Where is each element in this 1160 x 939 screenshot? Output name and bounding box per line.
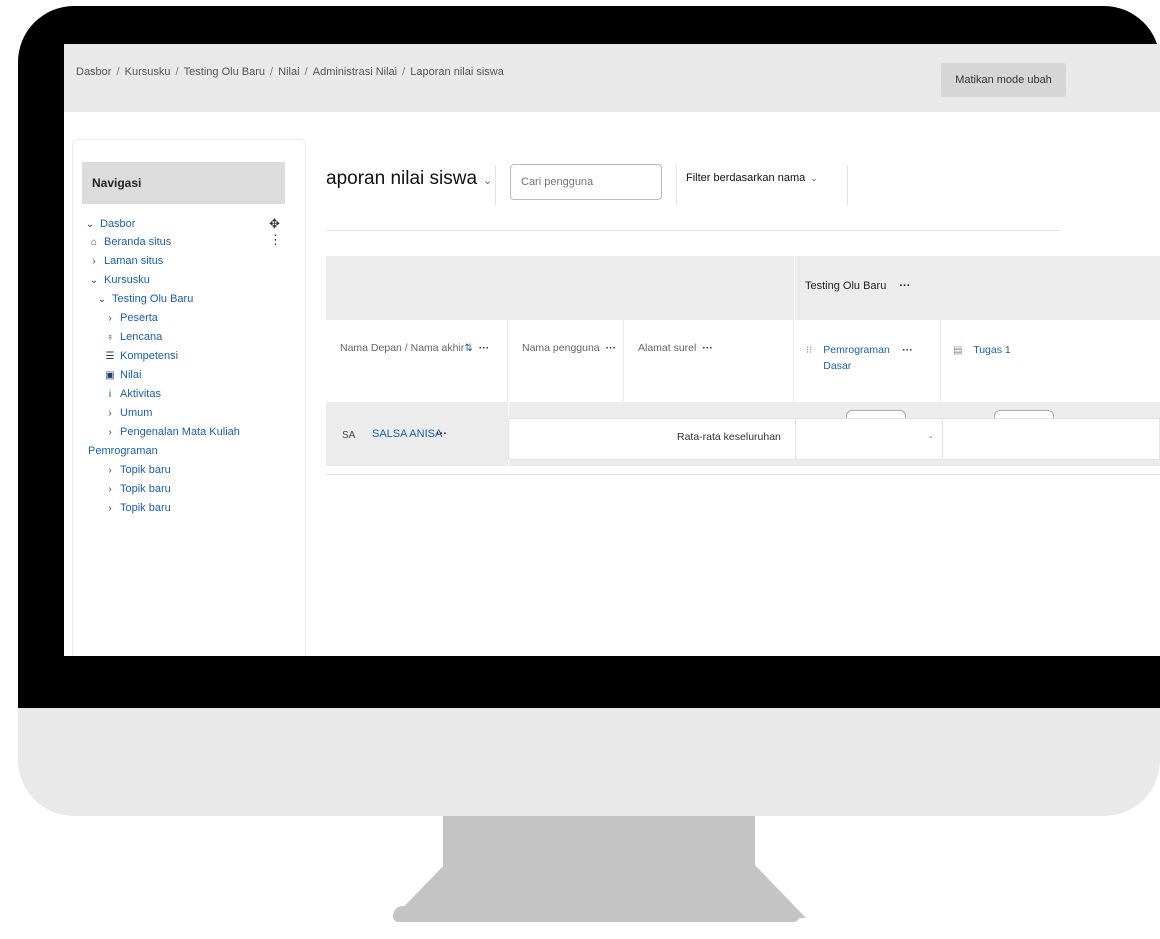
column-header-assignment-1[interactable]: ⁝⁝ Pemrograman Dasar ···: [794, 320, 941, 402]
monitor-chin: [18, 708, 1160, 816]
avatar: SA: [342, 430, 356, 441]
column-header-email[interactable]: Alamat surel ···: [624, 320, 794, 402]
chevron-right-icon: ›: [108, 502, 112, 514]
header-bar: Dasbor / Kursusku / Testing Olu Baru / N…: [64, 44, 1160, 112]
divider: [676, 165, 677, 205]
column-header-row: Nama Depan / Nama akhir⇅ ··· Nama penggun…: [326, 320, 1160, 403]
edit-mode-button[interactable]: Matikan mode ubah: [941, 63, 1066, 97]
overall-average-row: Rata-rata keseluruhan -: [508, 418, 1160, 460]
chevron-down-icon: ⌄: [810, 173, 818, 183]
more-icon[interactable]: ···: [899, 280, 910, 292]
nav-item-nilai[interactable]: ▣ Nilai: [104, 369, 141, 381]
chevron-down-icon: ⌄: [89, 274, 99, 286]
filter-by-name-dropdown[interactable]: Filter berdasarkan nama ⌄: [686, 172, 818, 184]
chevron-down-icon: ⌄: [483, 175, 493, 187]
navigation-title: Navigasi: [82, 162, 285, 204]
breadcrumb-item-kursusku[interactable]: Kursusku: [125, 66, 171, 78]
sort-icon[interactable]: ⇅: [464, 343, 472, 354]
breadcrumb-item-admin-nilai[interactable]: Administrasi Nilai: [313, 66, 397, 78]
chevron-down-icon: ⌄: [85, 218, 95, 230]
overall-average-value: -: [929, 431, 933, 443]
chevron-right-icon: ›: [108, 407, 112, 419]
student-row: SA SALSA ANISA ··· Rata-rata keseluruhan…: [326, 402, 1160, 466]
breadcrumb: Dasbor / Kursusku / Testing Olu Baru / N…: [76, 66, 504, 78]
quiz-icon: ⁝⁝: [806, 345, 813, 356]
monitor-stand-base: [393, 906, 799, 922]
overall-average-label: Rata-rata keseluruhan: [677, 431, 781, 443]
chevron-right-icon: ›: [108, 312, 112, 324]
breadcrumb-item-dasbor[interactable]: Dasbor: [76, 66, 111, 78]
course-name: Testing Olu Baru ···: [805, 280, 911, 292]
nav-item-topik-baru-3[interactable]: › Topik baru: [104, 502, 170, 514]
grades-icon: ▣: [105, 369, 115, 381]
chevron-right-icon: ›: [108, 426, 112, 438]
divider: [847, 165, 848, 205]
column-header-name[interactable]: Nama Depan / Nama akhir⇅ ···: [326, 320, 508, 402]
badge-icon: ♁: [106, 331, 114, 343]
nav-item-topik-baru-1[interactable]: › Topik baru: [104, 464, 170, 476]
page-title[interactable]: aporan nilai siswa ⌄: [326, 168, 492, 190]
monitor-stand: [443, 816, 755, 916]
move-icon[interactable]: ✥ ⋮: [269, 216, 294, 248]
column-header-assignment-2[interactable]: ▤ Tugas 1: [941, 320, 1160, 402]
more-icon[interactable]: ···: [436, 428, 447, 440]
competency-icon: ☰: [105, 350, 115, 362]
nav-item-kompetensi[interactable]: ☰ Kompetensi: [104, 350, 179, 362]
student-cell: SA SALSA ANISA ···: [326, 402, 509, 466]
screen: Dasbor / Kursusku / Testing Olu Baru / N…: [64, 44, 1160, 656]
chevron-right-icon: ›: [108, 464, 112, 476]
divider: [495, 165, 496, 205]
search-user-input[interactable]: [510, 164, 662, 200]
nav-item-kursusku[interactable]: ⌄ Kursusku: [88, 274, 150, 286]
breadcrumb-item-current: Laporan nilai siswa: [410, 66, 504, 78]
nav-item-aktivitas[interactable]: i Aktivitas: [104, 388, 161, 400]
chevron-down-icon: ⌄: [97, 293, 107, 305]
breadcrumb-item-course[interactable]: Testing Olu Baru: [184, 66, 265, 78]
home-icon: ⌂: [90, 236, 98, 248]
more-icon[interactable]: ···: [902, 344, 913, 356]
student-name[interactable]: SALSA ANISA: [372, 428, 442, 440]
chevron-right-icon: ›: [92, 255, 96, 267]
nav-item-pengenalan-cont[interactable]: Pemrograman: [88, 445, 158, 457]
more-icon[interactable]: ···: [702, 342, 713, 354]
breadcrumb-item-nilai[interactable]: Nilai: [278, 66, 299, 78]
nav-item-course[interactable]: ⌄ Testing Olu Baru: [96, 293, 194, 305]
nav-item-dasbor[interactable]: ⌄ Dasbor: [84, 218, 136, 230]
chevron-right-icon: ›: [108, 483, 112, 495]
nav-item-laman-situs[interactable]: › Laman situs: [88, 255, 163, 267]
nav-item-beranda-situs[interactable]: ⌂ Beranda situs: [88, 236, 171, 248]
nav-item-topik-baru-2[interactable]: › Topik baru: [104, 483, 170, 495]
grade-table: Testing Olu Baru ··· Nama Depan / Nama a…: [326, 256, 1160, 475]
nav-item-peserta[interactable]: › Peserta: [104, 312, 158, 324]
divider: [326, 230, 1060, 231]
nav-item-lencana[interactable]: ♁ Lencana: [104, 331, 162, 343]
nav-item-pengenalan[interactable]: › Pengenalan Mata Kuliah: [104, 426, 240, 438]
info-icon: i: [108, 388, 112, 400]
column-header-username[interactable]: Nama pengguna ···: [508, 320, 624, 402]
nav-item-umum[interactable]: › Umum: [104, 407, 152, 419]
more-icon[interactable]: ···: [606, 342, 617, 354]
course-header-row: Testing Olu Baru ···: [326, 256, 1160, 320]
more-icon[interactable]: ···: [479, 342, 490, 354]
assignment-icon: ▤: [953, 345, 963, 356]
